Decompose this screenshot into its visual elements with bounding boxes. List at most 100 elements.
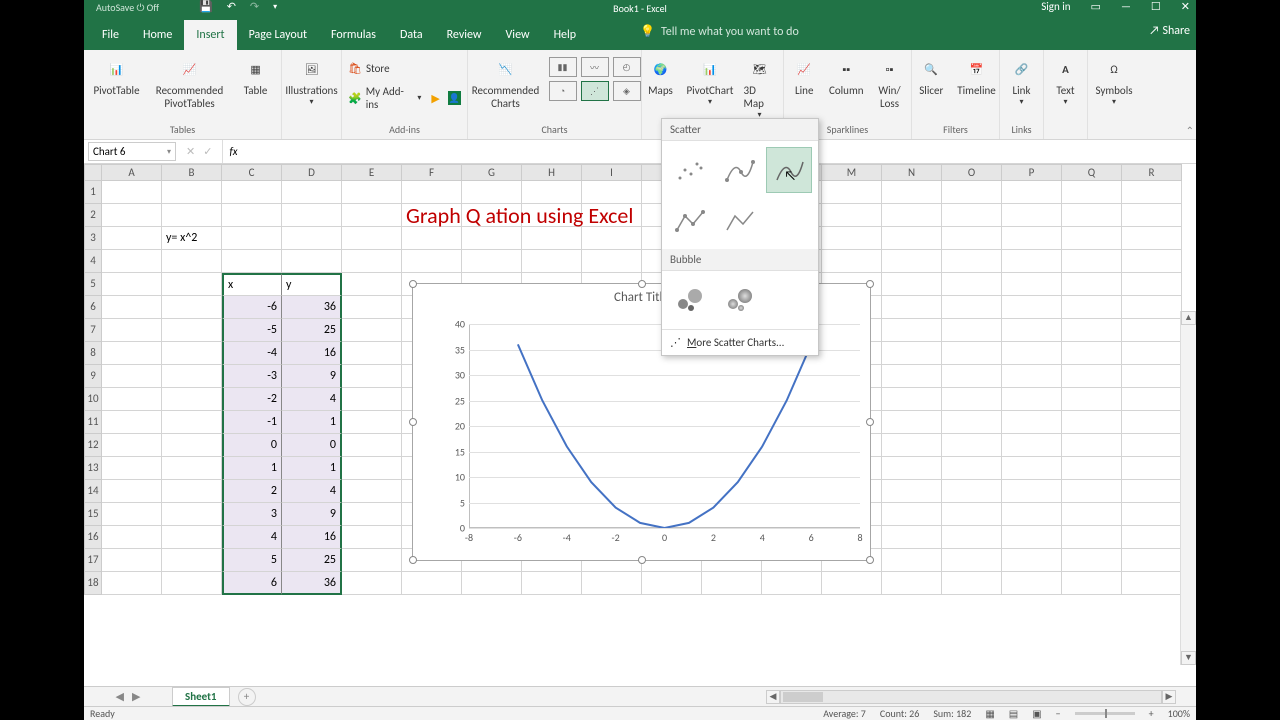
cell-N10[interactable] [882,388,942,411]
cell-R6[interactable] [1122,296,1182,319]
qat-more-icon[interactable]: ▾ [273,2,277,12]
row-header[interactable]: 6 [84,296,102,319]
cell-B5[interactable] [162,273,222,296]
cell-N1[interactable] [882,181,942,204]
column-header[interactable]: R [1122,164,1182,181]
cell-O7[interactable] [942,319,1002,342]
cell-B2[interactable] [162,204,222,227]
cell-E10[interactable] [342,388,402,411]
cell-C7[interactable]: -5 [222,319,282,342]
resize-handle[interactable] [638,280,646,288]
view-pagebreak-icon[interactable]: ▣ [1032,707,1041,720]
cell-O11[interactable] [942,411,1002,434]
cancel-icon[interactable]: ✕ [186,145,195,158]
cell-B13[interactable] [162,457,222,480]
cell-N16[interactable] [882,526,942,549]
row-header[interactable]: 9 [84,365,102,388]
cell-B16[interactable] [162,526,222,549]
cell-B14[interactable] [162,480,222,503]
tab-page-layout[interactable]: Page Layout [237,20,319,50]
cell-C6[interactable]: -6 [222,296,282,319]
cell-B9[interactable] [162,365,222,388]
cell-A9[interactable] [102,365,162,388]
text-button[interactable]: AText▾ [1047,54,1085,121]
cell-A17[interactable] [102,549,162,572]
cell-C12[interactable]: 0 [222,434,282,457]
scroll-right-icon[interactable]: ▶ [1162,690,1176,704]
view-normal-icon[interactable]: ▦ [985,707,994,720]
column-header[interactable]: A [102,164,162,181]
cell-E3[interactable] [342,227,402,250]
cell-B18[interactable] [162,572,222,595]
cell-C14[interactable]: 2 [222,480,282,503]
view-pagelayout-icon[interactable]: ▤ [1009,707,1018,720]
zoom-in-icon[interactable]: + [1149,707,1154,720]
cell-C5[interactable]: x [222,273,282,296]
cell-E6[interactable] [342,296,402,319]
share-button[interactable]: ↗ Share [1149,24,1190,38]
cell-O9[interactable] [942,365,1002,388]
cell-P6[interactable] [1002,296,1062,319]
cell-E2[interactable] [342,204,402,227]
sheet-nav-prev-icon[interactable]: ◀ [116,690,124,703]
cell-Q9[interactable] [1062,365,1122,388]
cell-E18[interactable] [342,572,402,595]
cell-B17[interactable] [162,549,222,572]
cell-B6[interactable] [162,296,222,319]
cell-A14[interactable] [102,480,162,503]
cell-P7[interactable] [1002,319,1062,342]
cell-A10[interactable] [102,388,162,411]
cell-P13[interactable] [1002,457,1062,480]
cell-Q2[interactable] [1062,204,1122,227]
cell-R18[interactable] [1122,572,1182,595]
column-header[interactable]: G [462,164,522,181]
cell-A4[interactable] [102,250,162,273]
row-header[interactable]: 4 [84,250,102,273]
column-header[interactable]: I [582,164,642,181]
cell-O4[interactable] [942,250,1002,273]
cell-F4[interactable] [402,250,462,273]
scroll-down-icon[interactable]: ▼ [1181,651,1196,665]
cell-R14[interactable] [1122,480,1182,503]
cell-O5[interactable] [942,273,1002,296]
cell-P16[interactable] [1002,526,1062,549]
cell-P1[interactable] [1002,181,1062,204]
cell-P15[interactable] [1002,503,1062,526]
chart-series-line[interactable] [518,344,811,528]
cell-N17[interactable] [882,549,942,572]
bubble-3d-option[interactable] [716,277,762,323]
cell-B1[interactable] [162,181,222,204]
chevron-down-icon[interactable]: ▾ [167,147,171,157]
cell-D3[interactable] [282,227,342,250]
cell-A1[interactable] [102,181,162,204]
cell-N3[interactable] [882,227,942,250]
cell-P9[interactable] [1002,365,1062,388]
tab-help[interactable]: Help [542,20,589,50]
cell-D11[interactable]: 1 [282,411,342,434]
cell-Q10[interactable] [1062,388,1122,411]
column-header[interactable]: O [942,164,1002,181]
cell-R8[interactable] [1122,342,1182,365]
cell-D6[interactable]: 36 [282,296,342,319]
cell-P18[interactable] [1002,572,1062,595]
sparkline-line-button[interactable]: 📈Line [785,54,823,121]
cell-C4[interactable] [222,250,282,273]
tab-data[interactable]: Data [388,20,435,50]
cell-O16[interactable] [942,526,1002,549]
cell-A3[interactable] [102,227,162,250]
cell-D13[interactable]: 1 [282,457,342,480]
slicer-button[interactable]: 🔍Slicer [912,54,950,121]
sheet-tab-sheet1[interactable]: Sheet1 [172,687,230,707]
scroll-left-icon[interactable]: ◀ [766,690,780,704]
cell-Q13[interactable] [1062,457,1122,480]
cell-E12[interactable] [342,434,402,457]
cell-B15[interactable] [162,503,222,526]
cell-N11[interactable] [882,411,942,434]
column-header[interactable]: D [282,164,342,181]
scatter-smooth-markers-option[interactable] [716,147,762,193]
pie-chart-icon[interactable]: ◔ [549,81,577,101]
cell-D7[interactable]: 25 [282,319,342,342]
sparkline-winloss-button[interactable]: ▫▪Win/ Loss [869,54,910,121]
cell-B3[interactable]: y= x^2 [162,227,222,250]
cell-Q1[interactable] [1062,181,1122,204]
